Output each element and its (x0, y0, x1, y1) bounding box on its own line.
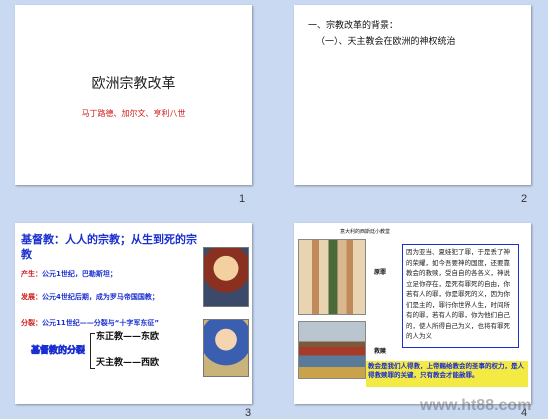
label-original-sin: 原罪 (374, 269, 387, 276)
body-text-box: 因为亚当、夏娃犯了罪，于是丢了神的荣耀，如今吾要神的国度，还要靠教会的救赎，受自… (402, 244, 519, 348)
mary-painting (203, 319, 249, 377)
slide-caption: 意大利的西斯廷小教堂 (340, 229, 391, 235)
slide-subheading: （一）、天主教会在欧洲的神权统治 (316, 37, 456, 47)
item-label: 发展： (21, 293, 42, 301)
list-item: 发展：公元4世纪后期，成为罗马帝国国教； (21, 292, 159, 302)
item-label: 分裂： (21, 319, 42, 327)
schism-outline-label: 基督教的分裂 (31, 346, 86, 357)
item-text: 公元4世纪后期，成为罗马帝国国教； (42, 293, 159, 301)
crucifixion-painting (298, 321, 366, 379)
slide-subtitle: 马丁路德、加尔文、亨利八世 (81, 109, 186, 118)
slide-sorter-view: { "slides": [ { "number": "1", "title": … (0, 0, 548, 419)
label-redemption: 救赎 (374, 348, 387, 355)
item-text: 公元11世纪——分裂与“十字军东征” (42, 319, 159, 327)
list-item: 产生：公元1世纪，巴勒斯坦； (21, 269, 117, 279)
slide-thumbnail-3[interactable]: 基督教：人人的宗教；从生到死的宗教 产生：公元1世纪，巴勒斯坦； 发展：公元4世… (15, 223, 252, 404)
slide-title: 基督教：人人的宗教；从生到死的宗教 (21, 233, 197, 261)
slide-title: 欧洲宗教改革 (91, 76, 176, 92)
highlight-text: 教会是我们人得救，上帝赐给教会的圣事的权力，是人得救赎罪的关键，只有教会才能赦罪… (366, 361, 528, 387)
list-item: 分裂：公元11世纪——分裂与“十字军东征” (21, 318, 159, 328)
slide-number: 2 (521, 193, 528, 205)
bracket-line (90, 333, 95, 369)
slide-thumbnail-4[interactable]: 意大利的西斯廷小教堂 原罪 救赎 因为亚当、夏娃犯了罪，于是丢了神的荣耀，如今吾… (294, 223, 531, 404)
item-label: 产生： (21, 270, 42, 278)
branch-orthodox: 东正教——东欧 (96, 332, 160, 342)
watermark: www.ht88.com (420, 397, 532, 414)
slide-number: 1 (239, 193, 246, 205)
branch-catholic: 天主教——西欧 (96, 358, 160, 368)
slide-thumbnail-1[interactable]: 欧洲宗教改革 马丁路德、加尔文、亨利八世 (15, 5, 252, 185)
slide-heading: 一、宗教改革的背景： (308, 21, 399, 31)
slide-number: 3 (245, 407, 252, 419)
item-text: 公元1世纪，巴勒斯坦； (42, 270, 117, 278)
jesus-painting (203, 247, 249, 307)
fresco-adam-eve (298, 239, 366, 315)
slide-thumbnail-2[interactable]: 一、宗教改革的背景： （一）、天主教会在欧洲的神权统治 (294, 5, 531, 185)
